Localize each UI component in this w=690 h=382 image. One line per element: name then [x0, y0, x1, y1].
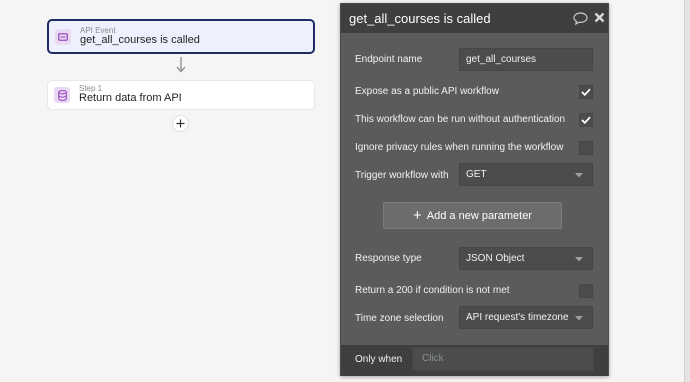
property-editor-panel: get_all_courses is called Endpoint name … [340, 3, 609, 376]
add-step-button[interactable] [172, 115, 189, 132]
panel-title: get_all_courses is called [349, 11, 491, 26]
expose-public-checkbox[interactable] [579, 85, 593, 99]
dropdown-caret-icon [575, 257, 583, 262]
timezone-label: Time zone selection [355, 313, 444, 324]
api-event-card[interactable]: API Event get_all_courses is called [47, 19, 315, 54]
no-auth-checkbox[interactable] [579, 113, 593, 127]
arrow-down-icon [176, 57, 186, 73]
no-auth-label: This workflow can be run without authent… [355, 114, 566, 125]
response-type-label: Response type [355, 253, 422, 264]
api-event-icon [55, 28, 71, 45]
response-type-value: JSON Object [466, 253, 525, 264]
trigger-value: GET [466, 169, 487, 180]
ignore-privacy-label: Ignore privacy rules when running the wo… [355, 142, 564, 153]
add-parameter-label: Add a new parameter [426, 209, 532, 222]
ignore-privacy-checkbox[interactable] [579, 141, 593, 155]
only-when-label: Only when [355, 354, 403, 365]
response-type-select[interactable]: JSON Object [459, 247, 593, 270]
panel-body: Endpoint name get_all_courses Expose as … [341, 33, 608, 345]
trigger-select[interactable]: GET [459, 163, 593, 186]
panel-header: get_all_courses is called [341, 4, 608, 33]
timezone-select[interactable]: API request's timezone [459, 306, 593, 329]
checkmark-icon [581, 88, 591, 96]
trigger-label: Trigger workflow with [355, 170, 449, 181]
scrollbar-edge [684, 0, 690, 382]
endpoint-name-label: Endpoint name [355, 54, 423, 65]
endpoint-name-input[interactable]: get_all_courses [459, 48, 593, 71]
dropdown-caret-icon [575, 316, 583, 321]
checkmark-icon [581, 116, 591, 124]
plus-icon [176, 119, 185, 128]
close-icon[interactable] [594, 12, 605, 23]
add-parameter-button[interactable]: + Add a new parameter [383, 202, 562, 229]
database-icon [54, 87, 70, 103]
dropdown-caret-icon [575, 173, 583, 178]
plus-icon: + [413, 207, 422, 224]
expose-public-label: Expose as a public API workflow [355, 86, 499, 97]
api-event-title: get_all_courses is called [80, 33, 200, 46]
comment-icon[interactable] [573, 12, 588, 25]
timezone-value: API request's timezone [466, 312, 569, 323]
panel-footer: Only when Click [341, 345, 608, 376]
step-title: Return data from API [79, 92, 182, 105]
only-when-input[interactable]: Click [412, 347, 594, 371]
return-200-checkbox[interactable] [579, 284, 593, 298]
step-1-card[interactable]: Step 1 Return data from API [47, 80, 315, 110]
return-200-label: Return a 200 if condition is not met [355, 285, 510, 296]
